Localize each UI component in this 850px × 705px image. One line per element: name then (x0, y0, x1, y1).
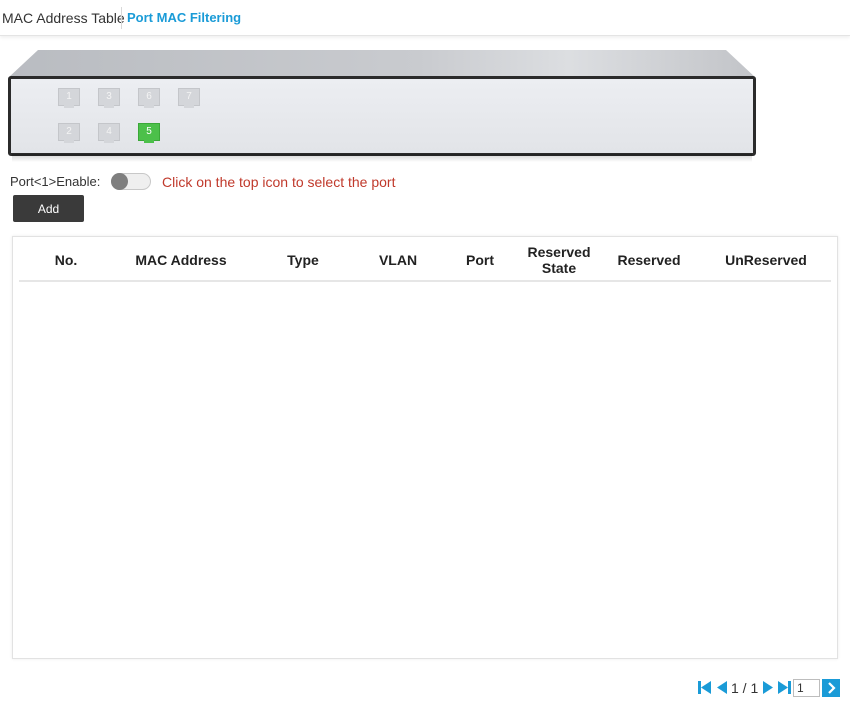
column-header-port: Port (466, 251, 494, 268)
page-number-input[interactable] (793, 679, 820, 697)
column-header-mac-address: MAC Address (135, 251, 227, 268)
switch-device-panel: 1 3 6 7 2 4 5 (8, 48, 756, 166)
column-header-reserved: Reserved (617, 251, 681, 268)
toggle-knob (111, 173, 128, 190)
port-enable-toggle[interactable] (111, 173, 151, 190)
go-arrow-icon[interactable] (822, 679, 840, 697)
table-header: No. MAC Address Type VLAN Port Reserved … (19, 237, 831, 282)
port-5-icon[interactable]: 5 (138, 123, 160, 143)
column-header-reserved-state: Reserved State (527, 243, 591, 276)
port-1-icon[interactable]: 1 (58, 88, 80, 108)
port-enable-label: Port<1>Enable: (10, 174, 101, 189)
tab-divider (121, 7, 122, 29)
page-indicator: 1 / 1 (731, 680, 759, 696)
column-header-type: Type (287, 251, 319, 268)
first-page-icon[interactable] (698, 680, 712, 695)
port-6-icon[interactable]: 6 (138, 88, 160, 108)
port-2-icon[interactable]: 2 (58, 123, 80, 143)
tab-bar: MAC Address Table Port MAC Filtering (0, 0, 850, 36)
next-page-icon[interactable] (762, 680, 774, 695)
prev-page-icon[interactable] (716, 680, 728, 695)
port-4-icon[interactable]: 4 (98, 123, 120, 143)
tab-port-mac-filtering[interactable]: Port MAC Filtering (127, 10, 241, 26)
column-header-no: No. (54, 251, 78, 268)
add-button[interactable]: Add (13, 195, 84, 222)
column-header-unreserved: UnReserved (725, 251, 807, 268)
pagination: 1 / 1 (698, 679, 843, 697)
port-7-icon[interactable]: 7 (178, 88, 200, 108)
port-3-icon[interactable]: 3 (98, 88, 120, 108)
mac-filter-table: No. MAC Address Type VLAN Port Reserved … (12, 236, 838, 659)
column-header-vlan: VLAN (378, 251, 418, 268)
device-front-face (8, 76, 756, 156)
device-shadow (12, 154, 752, 162)
select-port-hint: Click on the top icon to select the port (162, 174, 396, 190)
last-page-icon[interactable] (777, 680, 791, 695)
tab-mac-address-table[interactable]: MAC Address Table (2, 10, 125, 26)
